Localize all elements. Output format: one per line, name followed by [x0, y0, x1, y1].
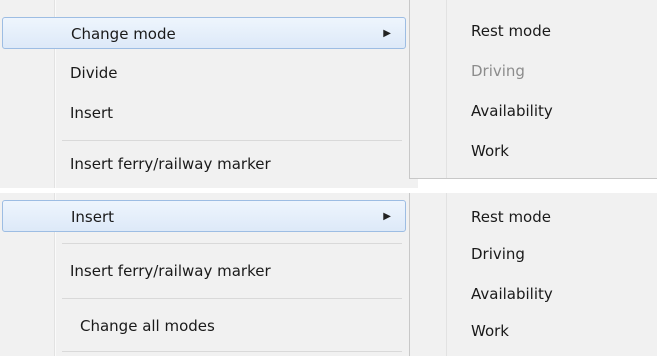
menu-item-label: Change mode — [71, 25, 176, 43]
submenu-item-label: Driving — [471, 245, 525, 263]
submenu-item-label: Availability — [471, 102, 553, 120]
submenu-item-work[interactable]: Work — [471, 142, 509, 160]
submenu-item-rest-mode[interactable]: Rest mode — [471, 22, 551, 40]
triangle-right-icon: ▶ — [383, 28, 391, 39]
triangle-right-icon: ▶ — [383, 211, 391, 222]
menu-item-insert[interactable]: Insert ▶ — [0, 97, 474, 129]
menu-separator — [62, 243, 402, 244]
menu-item-label: Insert — [71, 208, 115, 226]
submenu-item-label: Rest mode — [471, 208, 551, 226]
bottom-context-menu: Insert ▶ Insert ferry/railway marker Cha… — [0, 193, 470, 356]
submenu-item-availability[interactable]: Availability — [471, 285, 553, 303]
menu-item-label: Change all modes — [80, 317, 215, 335]
submenu-item-rest-mode[interactable]: Rest mode — [471, 208, 551, 226]
menu-separator — [62, 351, 402, 352]
submenu-item-label: Driving — [471, 62, 525, 80]
submenu-item-label: Rest mode — [471, 22, 551, 40]
submenu-item-driving[interactable]: Driving — [471, 245, 525, 263]
menu-item-insert-ferry-railway-marker[interactable]: Insert ferry/railway marker — [0, 255, 474, 287]
menu-item-insert-ferry-railway-marker[interactable]: Insert ferry/railway marker — [0, 148, 474, 180]
top-submenu: Rest mode Driving Availability Work — [409, 0, 657, 179]
menu-item-label: Divide — [70, 64, 118, 82]
submenu-item-driving: Driving — [471, 62, 525, 80]
submenu-item-label: Work — [471, 322, 509, 340]
submenu-item-label: Availability — [471, 285, 553, 303]
top-context-menu: Change mode ▶ Divide Insert ▶ Insert fer… — [0, 0, 460, 188]
menu-item-change-mode[interactable]: Change mode ▶ — [2, 17, 406, 49]
menu-item-label: Insert ferry/railway marker — [70, 155, 271, 173]
menu-item-label: Insert — [70, 104, 114, 122]
menu-separator — [62, 140, 402, 141]
menu-item-label: Insert ferry/railway marker — [70, 262, 271, 280]
submenu-item-availability[interactable]: Availability — [471, 102, 553, 120]
menu-separator — [62, 298, 402, 299]
submenu-item-work[interactable]: Work — [471, 322, 509, 340]
bottom-submenu: Rest mode Driving Availability Work — [409, 193, 657, 356]
menu-item-insert[interactable]: Insert ▶ — [2, 200, 406, 232]
menu-item-divide[interactable]: Divide — [0, 57, 474, 89]
submenu-item-label: Work — [471, 142, 509, 160]
